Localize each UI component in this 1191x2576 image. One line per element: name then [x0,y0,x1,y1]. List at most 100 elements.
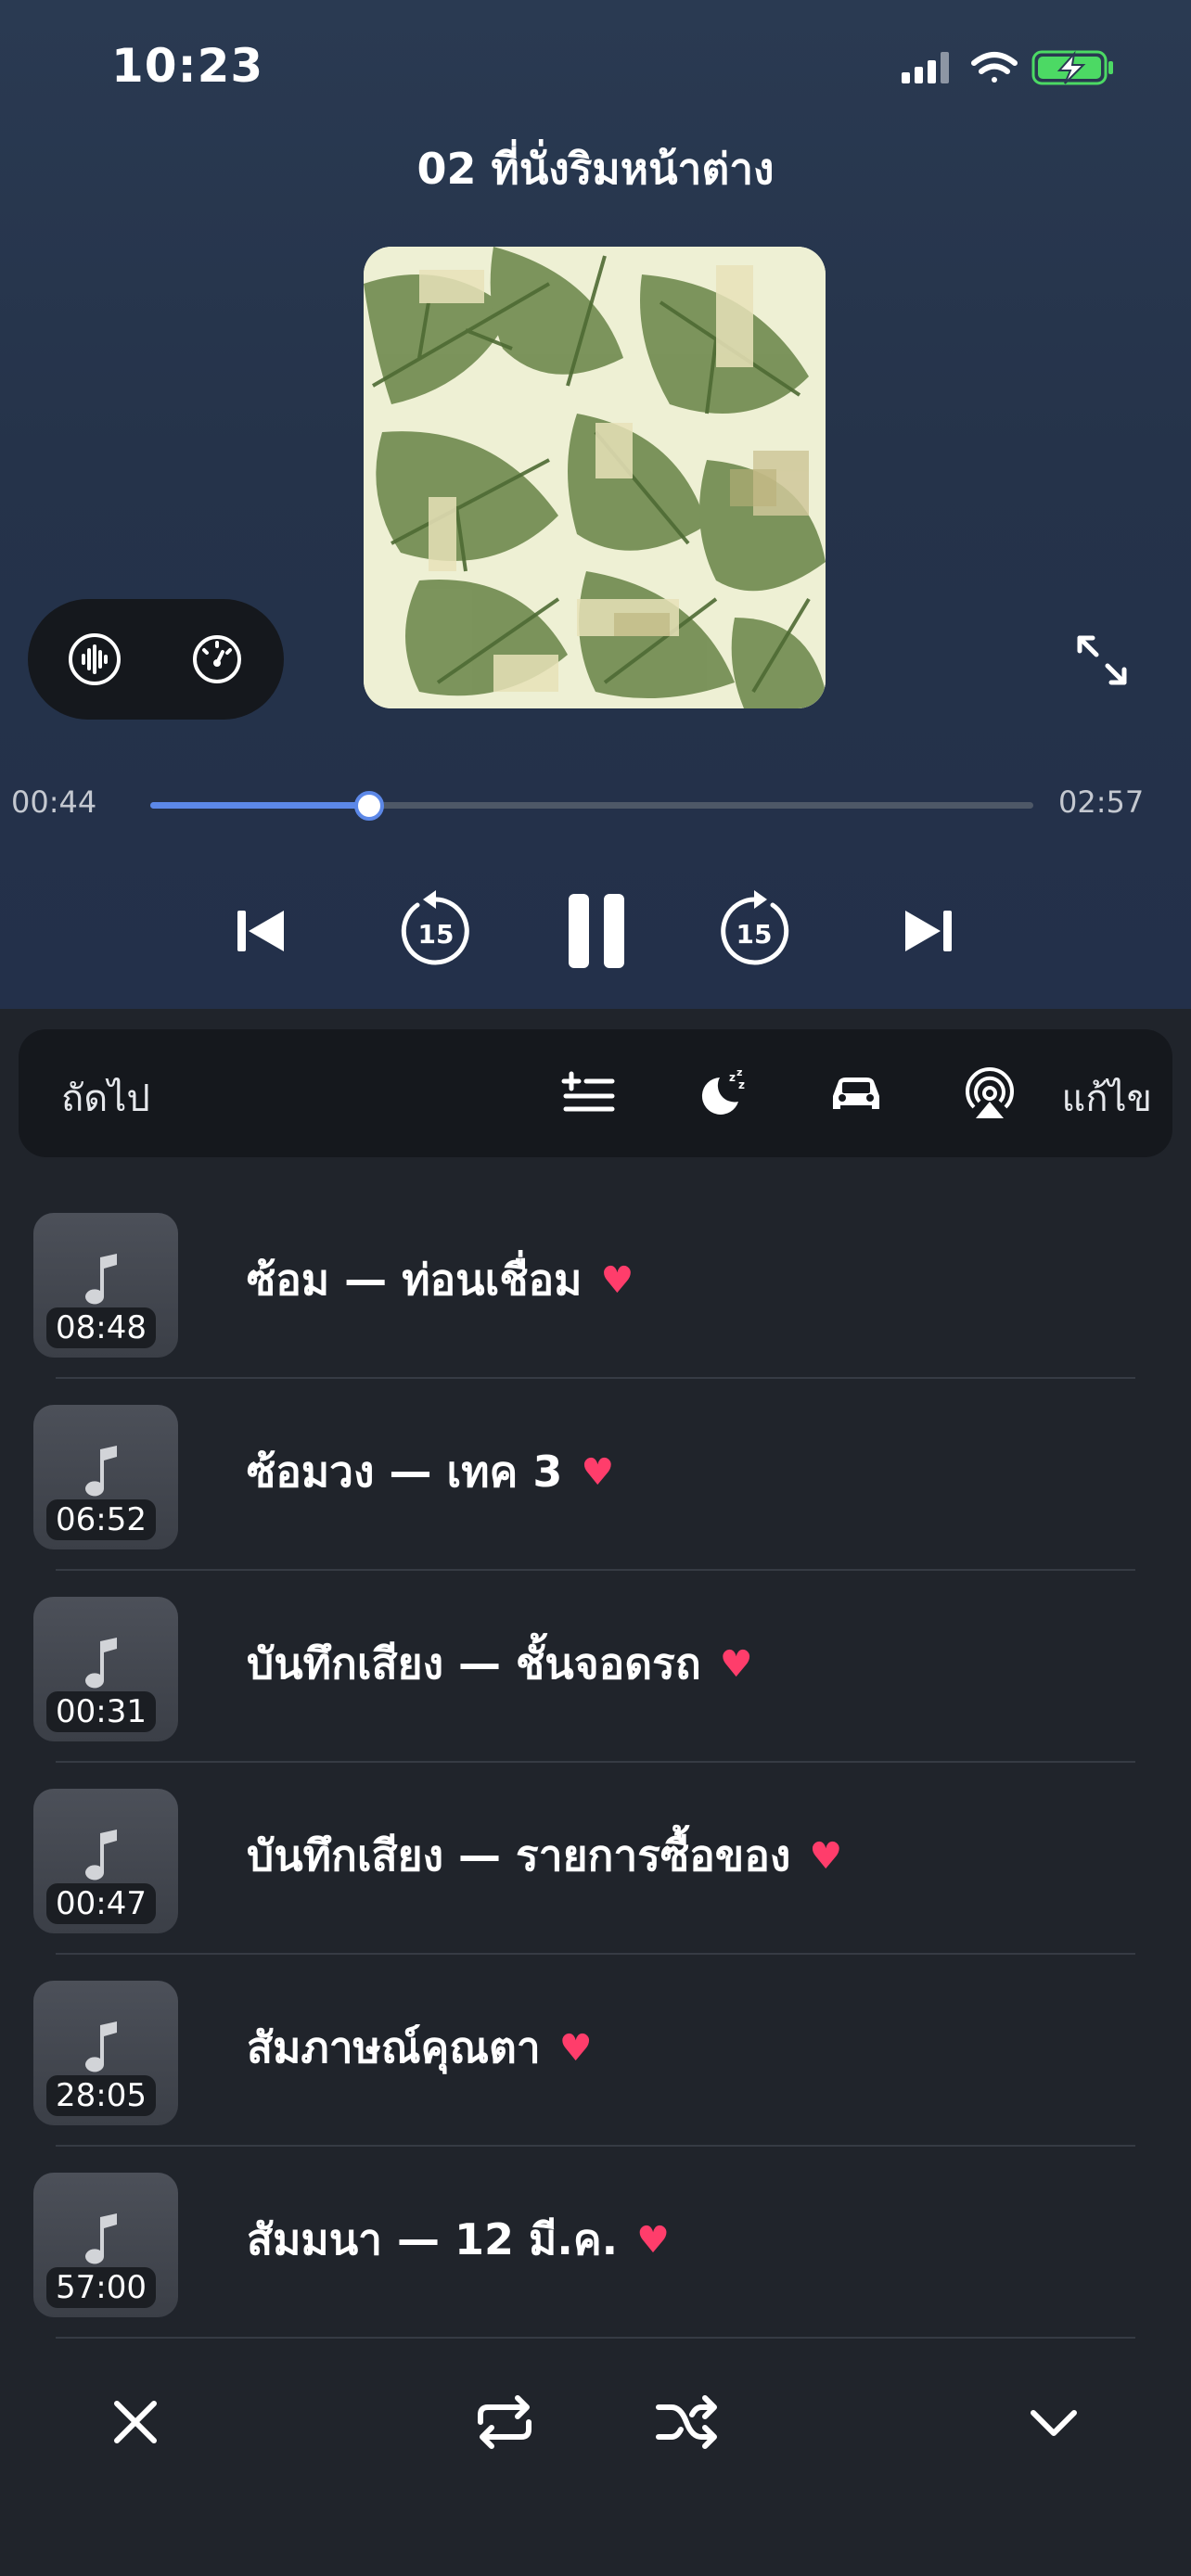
collapse-button[interactable] [1017,2385,1091,2459]
heart-icon: ♥ [809,1835,843,1878]
track-name: ซ้อม — ท่อนเชื่อม [247,1255,583,1305]
track-duration: 00:31 [46,1691,156,1732]
track-name: ซ้อมวง — เทค 3 [247,1447,563,1497]
track-row-title: ซ้อม — ท่อนเชื่อม ♥ [247,1246,634,1314]
repeat-button[interactable] [467,2385,542,2459]
shuffle-button[interactable] [649,2385,724,2459]
progress-thumb[interactable] [354,791,385,821]
close-button[interactable] [98,2385,173,2459]
divider [56,1761,1135,1763]
previous-track-icon [237,911,284,951]
playback-speed-button[interactable] [187,630,247,689]
track-thumbnail: 00:31 [33,1597,178,1741]
waveform-icon [69,633,121,685]
elapsed-time: 00:44 [11,784,97,820]
svg-text:z: z [736,1066,742,1078]
list-item[interactable]: 00:31 บันทึกเสียง — ชั้นจอดรถ ♥ [0,1589,1191,1781]
car-mode-button[interactable] [824,1061,889,1126]
list-item[interactable]: 08:48 ซ้อม — ท่อนเชื่อม ♥ [0,1205,1191,1397]
close-icon [114,2401,157,2443]
shuffle-icon [656,2395,717,2449]
divider [56,1569,1135,1571]
battery-icon [1031,50,1113,85]
divider [56,1953,1135,1955]
car-mode-icon [833,1078,879,1109]
pause-icon [569,894,624,968]
svg-text:z: z [729,1071,736,1084]
list-item[interactable]: 28:05 สัมภาษณ์คุณตา ♥ [0,1973,1191,2165]
music-note-icon [85,2021,117,2072]
now-playing-panel: 10:23 02 ที่นั่งริมหน้าต่าง 00:44 02:57 … [0,0,1191,1009]
track-row-title: สัมภาษณ์คุณตา ♥ [247,2014,593,2082]
track-row-title: ซ้อมวง — เทค 3 ♥ [247,1438,614,1506]
forward-seconds-label: 15 [736,919,773,950]
list-item[interactable]: 06:52 ซ้อมวง — เทค 3 ♥ [0,1397,1191,1589]
music-note-icon [85,1638,117,1689]
expand-button[interactable] [1072,631,1132,690]
forward-15-button[interactable]: 15 [708,885,800,977]
track-thumbnail: 08:48 [33,1213,178,1358]
track-duration: 28:05 [46,2075,156,2116]
track-thumbnail: 57:00 [33,2173,178,2317]
heart-icon: ♥ [581,1451,615,1494]
cellular-signal-icon [902,52,949,83]
music-note-icon [85,1254,117,1305]
next-track-button[interactable] [883,885,976,977]
total-time: 02:57 [1058,784,1145,820]
track-name: บันทึกเสียง — รายการซื้อของ [247,1830,791,1881]
track-row-title: บันทึกเสียง — รายการซื้อของ ♥ [247,1822,842,1890]
audio-options-pill [28,599,284,720]
heart-icon: ♥ [719,1643,753,1686]
track-row-title: สัมมนา — 12 มี.ค. ♥ [247,2206,670,2274]
track-title: 02 ที่นั่งริมหน้าต่าง [416,144,775,194]
divider [56,2145,1135,2147]
track-duration: 06:52 [46,1499,156,1540]
progress-slider[interactable] [150,791,1033,821]
edit-button[interactable]: แก้ไข [1062,1068,1152,1128]
divider [56,2337,1135,2339]
track-duration: 57:00 [46,2267,156,2308]
status-time: 10:23 [111,39,264,93]
wifi-icon [971,52,1018,83]
track-duration: 08:48 [46,1307,156,1348]
track-thumbnail: 28:05 [33,1981,178,2125]
waveform-button[interactable] [65,630,124,689]
chevron-down-icon [1031,2410,1077,2436]
rewind-15-icon: 15 [401,890,469,965]
track-name: สัมภาษณ์คุณตา [247,2022,541,2072]
list-item[interactable]: 00:47 บันทึกเสียง — รายการซื้อของ ♥ [0,1781,1191,1973]
add-to-queue-icon [561,1071,615,1112]
up-next-label: ถัดไป [61,1078,150,1120]
queue-toolbar: ถัดไป z z z แก้ไข [19,1029,1172,1157]
track-thumbnail: 00:47 [33,1789,178,1933]
status-icons [902,45,1117,91]
previous-track-button[interactable] [213,885,306,977]
rewind-seconds-label: 15 [418,919,455,950]
album-artwork[interactable] [364,247,826,708]
list-item[interactable]: 57:00 สัมมนา — 12 มี.ค. ♥ [0,2165,1191,2357]
track-name: สัมมนา — 12 มี.ค. [247,2214,619,2264]
track-thumbnail: 06:52 [33,1405,178,1549]
music-note-icon [85,2213,117,2264]
music-note-icon [85,1830,117,1881]
heart-icon: ♥ [600,1259,634,1302]
track-row-title: บันทึกเสียง — ชั้นจอดรถ ♥ [247,1630,753,1698]
track-name: บันทึกเสียง — ชั้นจอดรถ [247,1639,701,1689]
sleep-timer-icon: z z z [701,1066,745,1115]
airplay-icon [966,1067,1014,1118]
sleep-timer-button[interactable]: z z z [690,1061,755,1126]
track-duration: 00:47 [46,1883,156,1924]
repeat-icon [478,2395,531,2449]
heart-icon: ♥ [636,2219,670,2262]
pause-button[interactable] [550,885,643,977]
forward-15-icon: 15 [721,890,789,965]
add-to-queue-button[interactable] [557,1061,621,1126]
expand-icon [1077,635,1127,685]
rewind-15-button[interactable]: 15 [390,885,482,977]
next-track-icon [905,911,952,951]
music-note-icon [85,1446,117,1497]
airplay-button[interactable] [957,1061,1022,1126]
divider [56,1377,1135,1379]
progress-fill [150,802,370,809]
heart-icon: ♥ [558,2027,593,2070]
